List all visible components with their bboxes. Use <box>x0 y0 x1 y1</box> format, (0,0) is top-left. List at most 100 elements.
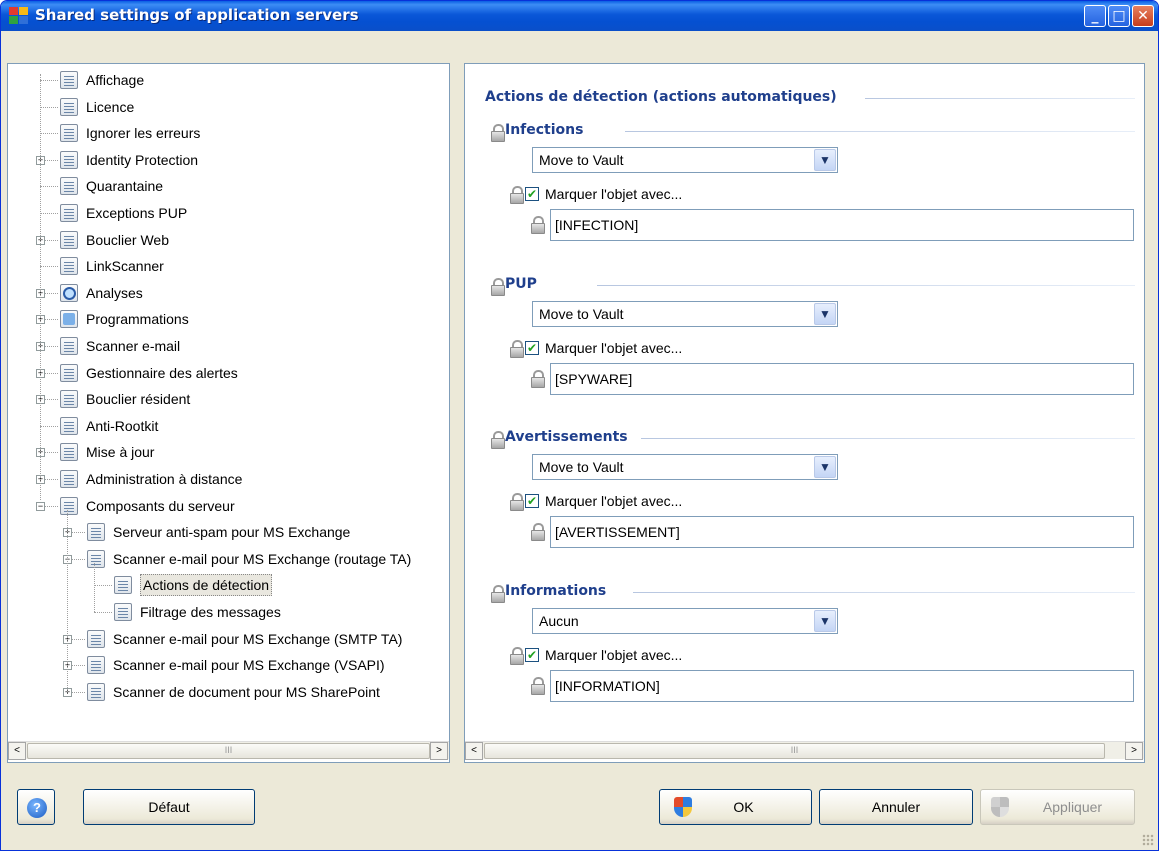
action-dropdown-value: Aucun <box>539 613 579 629</box>
chevron-down-icon[interactable]: ▼ <box>814 303 836 325</box>
minimize-button[interactable]: _ <box>1084 5 1106 27</box>
tree-item-label: Scanner e-mail pour MS Exchange (VSAPI) <box>113 657 385 674</box>
heading-divider <box>865 98 1135 99</box>
scroll-right-arrow-icon[interactable]: > <box>1125 742 1143 760</box>
lock-icon[interactable] <box>531 523 545 541</box>
tree-horizontal-scrollbar[interactable]: < III > <box>8 741 449 760</box>
pane-splitter[interactable] <box>452 63 462 763</box>
tree-connector <box>40 186 58 188</box>
ok-button[interactable]: OK <box>659 789 812 825</box>
lock-icon[interactable] <box>491 124 505 142</box>
action-dropdown[interactable]: Aucun ▼ <box>532 608 838 634</box>
document-icon <box>87 656 105 675</box>
tree-item-label: Ignorer les erreurs <box>86 125 201 142</box>
help-button[interactable]: ? <box>17 789 55 825</box>
lock-icon[interactable] <box>510 186 524 204</box>
lock-icon[interactable] <box>531 677 545 695</box>
shield-icon <box>991 797 1009 817</box>
document-icon <box>60 150 78 169</box>
lock-icon[interactable] <box>510 647 524 665</box>
action-dropdown-value: Move to Vault <box>539 459 624 475</box>
tree-connector <box>40 133 58 135</box>
close-button[interactable]: ✕ <box>1132 5 1154 27</box>
tree-item-label: Quarantaine <box>86 178 164 195</box>
document-icon <box>60 230 78 249</box>
chevron-down-icon[interactable]: ▼ <box>814 149 836 171</box>
tree-connector <box>40 425 58 427</box>
tree-item-label: LinkScanner <box>86 258 164 275</box>
mark-object-checkbox[interactable]: ✔ <box>525 187 539 201</box>
action-dropdown[interactable]: Move to Vault ▼ <box>532 147 838 173</box>
lock-icon[interactable] <box>491 278 505 296</box>
tree-item-label: Filtrage des messages <box>140 604 281 620</box>
magnifier-icon <box>60 283 78 302</box>
tree-item-label: Scanner e-mail pour MS Exchange (routage… <box>113 550 412 567</box>
scrollbar-thumb[interactable]: III <box>27 743 430 759</box>
tree-item-label: Anti-Rootkit <box>86 417 159 434</box>
panel-horizontal-scrollbar[interactable]: < III > <box>465 741 1144 760</box>
tree-connector <box>94 585 112 587</box>
group-title: Infections <box>505 122 584 138</box>
action-dropdown[interactable]: Move to Vault ▼ <box>532 301 838 327</box>
group-divider <box>625 131 1135 132</box>
lock-icon[interactable] <box>510 340 524 358</box>
tag-text-field[interactable]: [INFORMATION] <box>550 670 1134 702</box>
tree-connector <box>40 74 41 500</box>
group-title: Informations <box>505 583 607 599</box>
tag-text-field[interactable]: [SPYWARE] <box>550 363 1134 395</box>
tree-item-label: Mise à jour <box>86 444 155 461</box>
chevron-down-icon[interactable]: ▼ <box>814 610 836 632</box>
group-divider <box>633 592 1135 593</box>
apply-button[interactable]: Appliquer <box>980 789 1135 825</box>
title-bar[interactable]: Shared settings of application servers _… <box>1 1 1158 31</box>
document-icon <box>87 523 105 542</box>
cancel-button[interactable]: Annuler <box>819 789 973 825</box>
tree-item-label: Scanner de document pour MS SharePoint <box>113 683 380 700</box>
scroll-left-arrow-icon[interactable]: < <box>8 742 26 760</box>
tree-item-label: Scanner e-mail pour MS Exchange (SMTP TA… <box>113 630 403 647</box>
lock-icon[interactable] <box>491 585 505 603</box>
document-icon <box>60 363 78 382</box>
tag-text-field[interactable]: [AVERTISSEMENT] <box>550 516 1134 548</box>
settings-tree[interactable]: Affichage Licence Ignorer les erreurs Ident… <box>7 63 450 763</box>
detection-actions-panel: Actions de détection (actions automatiqu… <box>464 63 1145 763</box>
document-icon <box>60 177 78 196</box>
tree-connector <box>40 106 58 108</box>
tree-connector <box>94 562 95 612</box>
mark-object-checkbox[interactable]: ✔ <box>525 494 539 508</box>
tree-item-label: Gestionnaire des alertes <box>86 364 238 381</box>
lock-icon[interactable] <box>491 431 505 449</box>
collapse-icon[interactable]: − <box>36 501 45 511</box>
group-title: PUP <box>505 276 537 292</box>
tag-text-field[interactable]: [INFECTION] <box>550 209 1134 241</box>
tree-item-label: Administration à distance <box>86 471 243 487</box>
maximize-button[interactable]: □ <box>1108 5 1130 27</box>
help-icon: ? <box>27 798 47 818</box>
document-icon <box>60 496 78 515</box>
ok-label: OK <box>733 799 754 815</box>
default-button[interactable]: Défaut <box>83 789 255 825</box>
lock-icon[interactable] <box>531 216 545 234</box>
document-icon <box>60 124 78 143</box>
document-icon <box>60 443 78 462</box>
action-dropdown[interactable]: Move to Vault ▼ <box>532 454 838 480</box>
tree-item-label: Affichage <box>86 72 145 88</box>
lock-icon[interactable] <box>531 370 545 388</box>
resize-grip-icon[interactable] <box>1142 834 1154 846</box>
mark-object-checkbox[interactable]: ✔ <box>525 341 539 355</box>
scrollbar-thumb[interactable]: III <box>484 743 1105 759</box>
lock-icon[interactable] <box>510 493 524 511</box>
tree-item-label: Scanner e-mail <box>86 338 181 354</box>
tree-item-label: Serveur anti-spam pour MS Exchange <box>113 524 351 541</box>
tree-item-label: Composants du serveur <box>86 497 235 514</box>
tree-connector <box>67 509 68 692</box>
mark-object-label: Marquer l'objet avec... <box>545 493 683 509</box>
document-icon <box>60 204 78 222</box>
chevron-down-icon[interactable]: ▼ <box>814 456 836 478</box>
document-icon <box>60 416 78 435</box>
apply-label: Appliquer <box>1042 799 1103 815</box>
scroll-left-arrow-icon[interactable]: < <box>465 742 483 760</box>
group-divider <box>597 285 1135 286</box>
scroll-right-arrow-icon[interactable]: > <box>430 742 448 760</box>
mark-object-checkbox[interactable]: ✔ <box>525 648 539 662</box>
